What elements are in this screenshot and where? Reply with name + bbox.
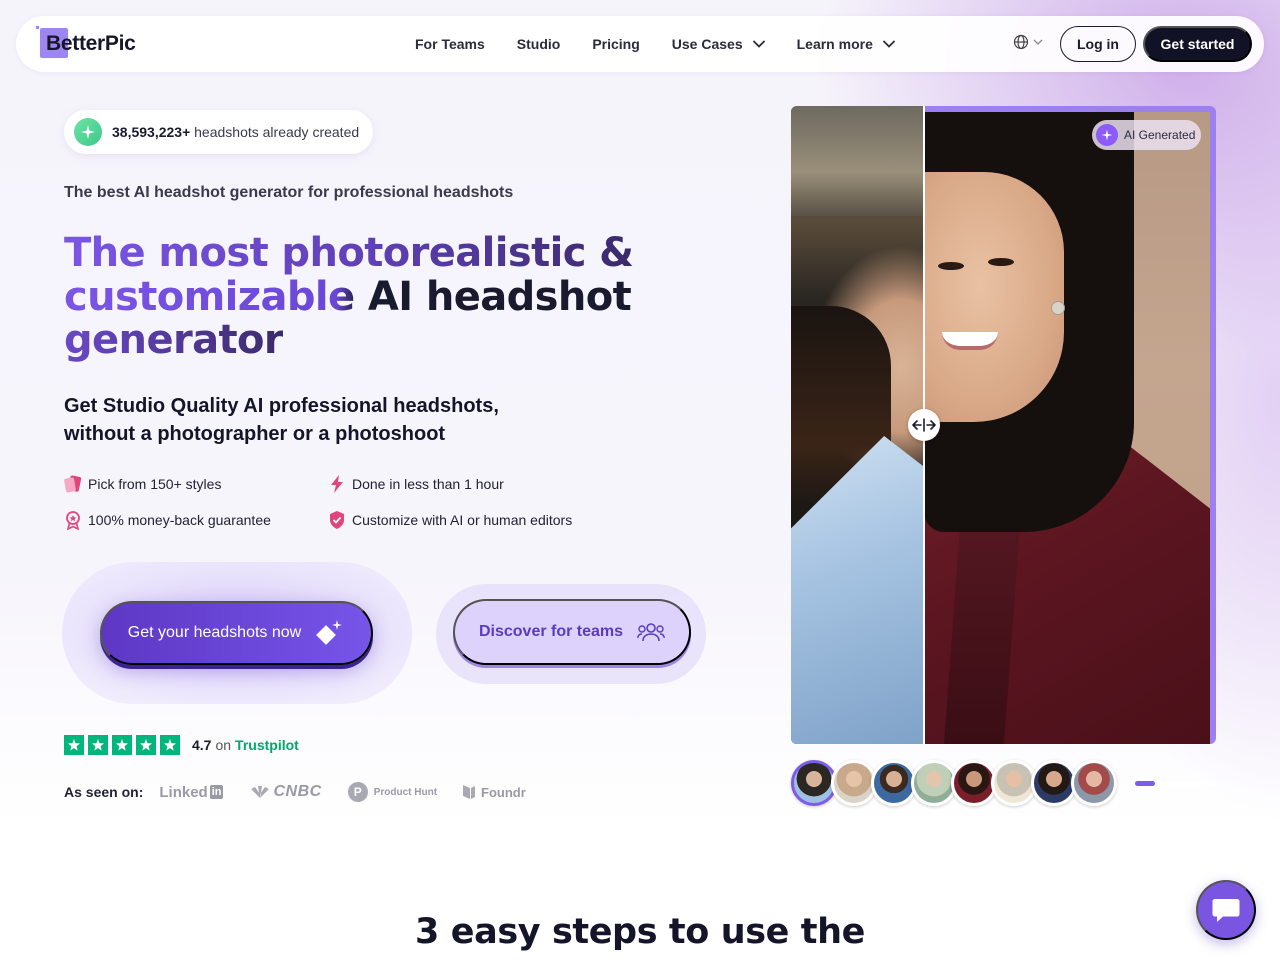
cnbc-logo: CNBC (249, 783, 321, 801)
eye (938, 262, 964, 270)
rating-on: on (215, 737, 232, 753)
top-navbar: BetterPic For Teams Studio Pricing Use C… (16, 16, 1264, 72)
logo-text: BetterPic (46, 32, 136, 55)
foundr-icon (463, 785, 476, 799)
shield-check-icon (330, 511, 344, 529)
thumbnail[interactable] (1071, 760, 1117, 806)
headline-part-1: The most photorealistic & (64, 230, 634, 276)
hero-subhead: The best AI headshot generator for profe… (64, 184, 514, 201)
chat-bubble-icon (1212, 899, 1240, 922)
as-seen-on: As seen on: Linked in CNBC P Product Hunt… (64, 782, 526, 802)
headline-part-2: customizable AI headshot (64, 273, 632, 320)
producthunt-icon: P (347, 782, 368, 802)
star-icon (112, 735, 132, 755)
before-after-comparison[interactable]: AI Generated (791, 106, 1216, 744)
rating-score: 4.7 (192, 737, 212, 753)
nav-link-for-teams[interactable]: For Teams (415, 36, 485, 52)
headline-part-3: generator (64, 317, 284, 363)
feature-item: 100% money-back guarantee (64, 510, 271, 530)
feature-label: Pick from 150+ styles (88, 476, 222, 492)
sparkle-icon (74, 118, 102, 146)
chevron-down-icon (1033, 39, 1043, 45)
tagline-line-2: without a photographer or a photoshoot (64, 423, 446, 445)
nav-link-label: Use Cases (671, 36, 743, 52)
users-icon (637, 623, 665, 642)
nav-link-learn-more[interactable]: Learn more (797, 36, 895, 52)
before-photo (791, 106, 924, 744)
peacock-icon (251, 786, 270, 798)
horizontal-arrows-icon (912, 418, 936, 432)
feature-label: 100% money-back guarantee (88, 512, 271, 528)
carousel-progress (1135, 781, 1216, 786)
nav-link-label: For Teams (415, 36, 485, 52)
star-icon (64, 735, 84, 755)
feature-item: Customize with AI or human editors (328, 510, 572, 530)
logo-dot (36, 26, 39, 29)
chat-launcher-button[interactable] (1196, 880, 1256, 940)
hero-headline: The most photorealistic & customizable A… (64, 230, 684, 363)
trustpilot-rating[interactable]: 4.7 on Trustpilot (64, 735, 299, 755)
styles-icon (64, 475, 82, 493)
login-button[interactable]: Log in (1060, 26, 1136, 62)
star-icon (160, 735, 180, 755)
chevron-down-icon (882, 40, 895, 48)
badge-text: 38,593,223+ headshots already created (112, 124, 360, 140)
tagline-line-1: Get Studio Quality AI professional heads… (64, 395, 499, 417)
eye (988, 258, 1014, 266)
ai-generated-photo (924, 106, 1216, 744)
star-icon (88, 735, 108, 755)
nav-link-pricing[interactable]: Pricing (592, 36, 639, 52)
language-selector[interactable] (1013, 34, 1043, 50)
logo[interactable]: BetterPic (36, 26, 136, 62)
ai-badge-label: AI Generated (1124, 128, 1196, 142)
globe-icon (1013, 34, 1029, 50)
nav-link-studio[interactable]: Studio (517, 36, 561, 52)
feature-item: Pick from 150+ styles (64, 474, 221, 494)
steps-title: 3 easy steps to use the (415, 912, 865, 952)
teams-label: Discover for teams (478, 623, 624, 640)
lightning-icon (331, 475, 343, 493)
cta-label: Get your headshots now (127, 624, 302, 641)
nav-links: For Teams Studio Pricing Use Cases Learn… (415, 16, 927, 72)
hero-tagline: Get Studio Quality AI professional heads… (64, 392, 534, 448)
carousel-progress-fill (1135, 781, 1156, 786)
award-icon (66, 511, 80, 530)
headshot-thumbnails (791, 760, 1117, 806)
nav-link-label: Learn more (796, 36, 873, 52)
discover-teams-button[interactable]: Discover for teams (453, 599, 691, 665)
chevron-down-icon (752, 40, 765, 48)
star-icon (136, 735, 156, 755)
ai-generated-badge: AI Generated (1092, 120, 1202, 150)
get-started-button[interactable]: Get started (1143, 26, 1252, 62)
trustpilot-link[interactable]: Trustpilot (235, 737, 299, 753)
diamond-sparkle-icon (316, 620, 343, 645)
linkedin-logo: Linked in (159, 783, 224, 801)
as-seen-on-label: As seen on: (64, 784, 144, 800)
get-headshots-button[interactable]: Get your headshots now (100, 601, 373, 665)
nav-link-label: Pricing (592, 36, 640, 52)
headshots-count-badge: 38,593,223+ headshots already created (64, 110, 374, 154)
car-window (791, 106, 924, 216)
earring (1052, 302, 1064, 314)
slider-handle[interactable] (908, 409, 940, 441)
foundr-logo: Foundr (461, 784, 526, 800)
nav-link-use-cases[interactable]: Use Cases (672, 36, 765, 52)
feature-item: Done in less than 1 hour (328, 474, 504, 494)
feature-label: Customize with AI or human editors (352, 512, 573, 528)
sparkle-icon (1096, 124, 1118, 146)
face (924, 172, 1064, 422)
feature-label: Done in less than 1 hour (352, 476, 504, 492)
nav-link-label: Studio (516, 36, 561, 52)
producthunt-logo: P Product Hunt (347, 782, 437, 802)
